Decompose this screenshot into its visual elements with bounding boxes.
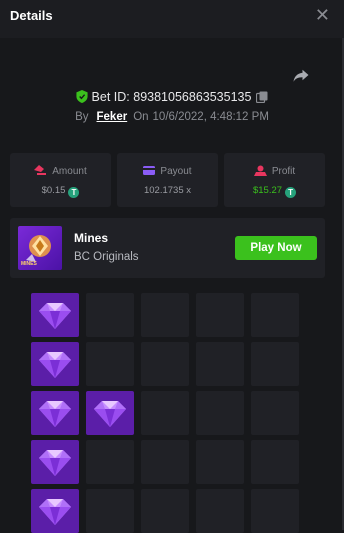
mines-tile-hidden — [251, 440, 299, 484]
payout-value: 102.1735 x — [143, 185, 191, 196]
mines-tile-hidden — [141, 293, 189, 337]
profit-value: $15.27 — [252, 185, 283, 196]
close-icon[interactable]: ✕ — [315, 5, 330, 25]
bet-date: 10/6/2022, 4:48:12 PM — [152, 111, 269, 123]
profit-label-row: Profit — [224, 165, 325, 177]
game-card: MINES Mines BC Originals Play Now — [10, 218, 325, 278]
amount-label: Amount — [52, 166, 87, 177]
amount-stat: Amount $0.15 T — [10, 153, 111, 207]
gem-icon — [39, 450, 71, 476]
payout-icon — [143, 166, 156, 175]
game-provider: BC Originals — [74, 251, 139, 263]
mines-tile-hidden — [141, 489, 189, 533]
profit-stat: Profit $15.27 T — [224, 153, 325, 207]
payout-label-row: Payout — [117, 165, 218, 177]
mines-tile-gem — [86, 391, 134, 435]
gem-icon — [39, 401, 71, 427]
bet-id-value: 89381056863535135 — [133, 90, 252, 104]
mines-tile-hidden — [196, 391, 244, 435]
mines-tile-hidden — [86, 293, 134, 337]
amount-label-row: Amount — [10, 165, 111, 177]
mines-tile-hidden — [196, 342, 244, 386]
amount-icon — [34, 165, 47, 175]
verified-shield-icon — [75, 90, 88, 103]
bet-id-line: Bet ID: 89381056863535135 — [0, 90, 344, 104]
mines-tile-hidden — [141, 391, 189, 435]
mines-tile-hidden — [141, 440, 189, 484]
mines-tile-gem — [31, 489, 79, 533]
amount-value-row: $0.15 T — [10, 185, 111, 198]
usdt-token-icon: T — [68, 187, 80, 198]
mines-tile-hidden — [86, 489, 134, 533]
mines-tile-gem — [31, 391, 79, 435]
mines-tile-hidden — [251, 489, 299, 533]
gem-icon — [39, 352, 71, 378]
mines-tile-hidden — [196, 440, 244, 484]
profit-label: Profit — [271, 166, 296, 177]
mines-tile-gem — [31, 440, 79, 484]
play-now-button[interactable]: Play Now — [235, 236, 317, 260]
by-label: By — [75, 111, 89, 123]
payout-stat: Payout 102.1735 x — [117, 153, 218, 207]
mines-tile-hidden — [251, 342, 299, 386]
mines-tile-hidden — [86, 440, 134, 484]
mines-tile-hidden — [251, 293, 299, 337]
mines-tile-hidden — [196, 489, 244, 533]
game-name: Mines — [74, 231, 109, 245]
mines-tile-gem — [31, 293, 79, 337]
mines-tile-hidden — [251, 391, 299, 435]
page-title: Details — [10, 8, 53, 23]
profit-icon — [253, 165, 267, 176]
gem-icon — [94, 401, 126, 427]
on-label: On — [133, 111, 149, 123]
bet-id-label: Bet ID: — [91, 90, 130, 104]
amount-value: $0.15 — [41, 185, 66, 196]
gem-icon — [39, 303, 71, 329]
details-header: Details ✕ — [0, 0, 344, 38]
mines-tile-gem — [31, 342, 79, 386]
mines-tile-hidden — [86, 342, 134, 386]
bet-author-line: By Feker On 10/6/2022, 4:48:12 PM — [0, 111, 344, 123]
thumb-tag: MINES — [21, 261, 37, 267]
mines-tile-hidden — [196, 293, 244, 337]
payout-value-row: 102.1735 x — [117, 185, 218, 196]
mines-tile-hidden — [141, 342, 189, 386]
usdt-token-icon: T — [285, 187, 297, 198]
share-icon[interactable] — [292, 66, 310, 84]
gem-icon — [39, 499, 71, 525]
payout-label: Payout — [160, 166, 192, 177]
user-link[interactable]: Feker — [97, 111, 128, 123]
copy-icon[interactable] — [256, 91, 268, 103]
mines-game-thumbnail[interactable]: MINES — [18, 226, 62, 270]
profit-value-row: $15.27 T — [224, 185, 325, 198]
